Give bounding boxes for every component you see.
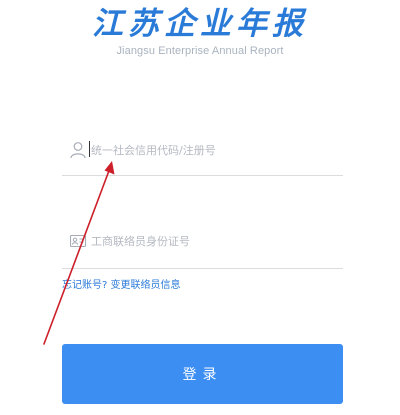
id-number-input[interactable] [91, 233, 331, 249]
credit-code-input[interactable] [91, 142, 331, 158]
change-contact-link[interactable]: 变更联络员信息 [111, 280, 181, 291]
credit-code-field[interactable] [62, 130, 343, 176]
login-button[interactable]: 登录 [62, 344, 343, 404]
forgot-account-link[interactable]: 忘记账号? [62, 280, 107, 291]
app-logo-title: 江苏企业年报 [92, 6, 308, 42]
id-number-field[interactable] [62, 226, 343, 269]
help-links: 忘记账号? 变更联络员信息 [62, 276, 181, 291]
id-card-icon [69, 232, 87, 250]
user-icon [69, 141, 87, 159]
app-logo-subtitle: Jiangsu Enterprise Annual Report [116, 45, 284, 57]
text-cursor [89, 141, 90, 157]
